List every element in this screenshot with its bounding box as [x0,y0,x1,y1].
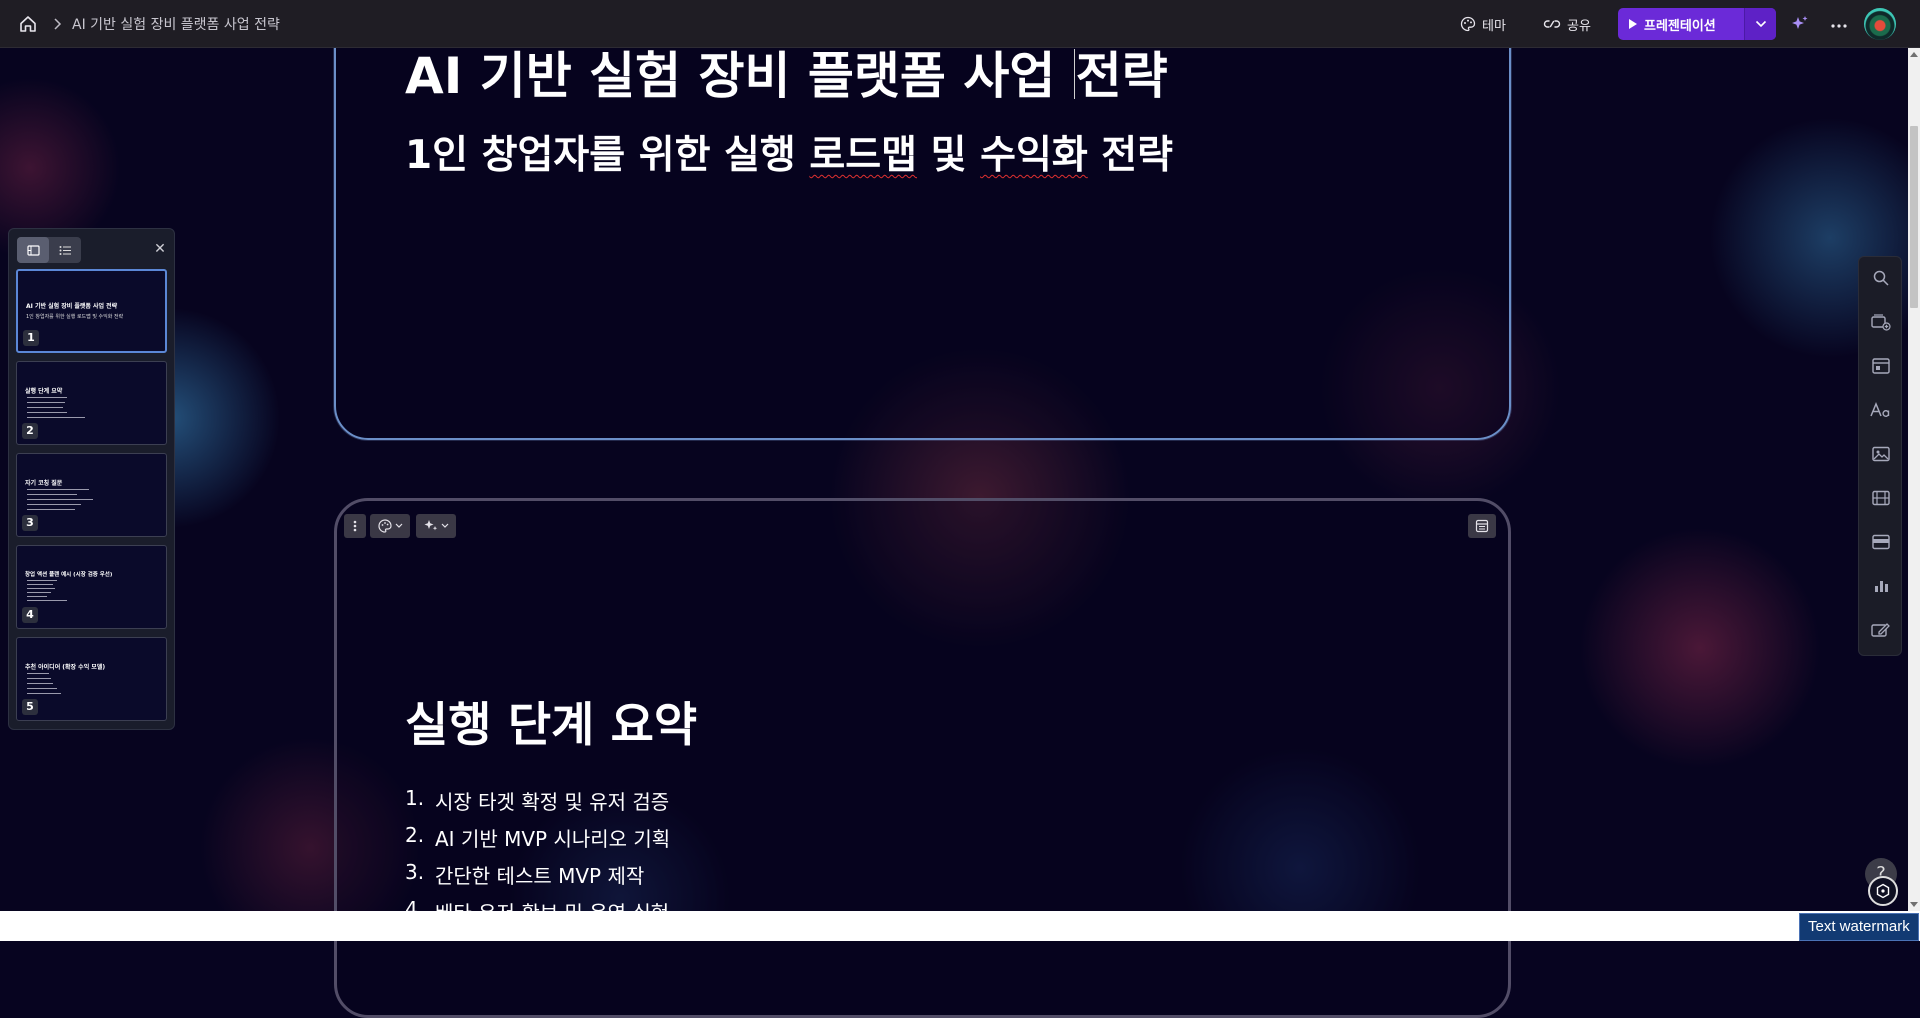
chart-button[interactable] [1870,575,1892,597]
card-ai-button[interactable] [416,514,456,538]
home-button[interactable] [18,14,38,34]
sparkle-icon [1792,16,1808,29]
close-panel-button[interactable]: ✕ [150,239,170,259]
breadcrumb-separator [50,16,64,32]
slide-thumbnail-4[interactable]: 창업 액션 플랜 예시 (시장 검증 우선) 4 [16,545,167,629]
home-icon [20,16,36,32]
insert-toolbar [1858,256,1902,656]
bar-chart-icon [1875,581,1888,592]
layout-button[interactable] [1870,355,1892,377]
play-icon [1629,19,1637,29]
view-toggle [17,237,81,263]
sparkle-icon [424,520,437,531]
search-icon [1873,270,1889,286]
text-watermark: Text watermark [1799,913,1919,941]
scroll-up-arrow[interactable] [1910,52,1918,57]
present-button[interactable]: 프레젠테이션 [1618,8,1744,40]
vertical-dots-icon [353,520,357,532]
palette-icon [1460,16,1476,32]
embed-icon [1872,534,1890,550]
embed-button[interactable] [1870,531,1892,553]
thumbnail-view-icon [26,244,40,256]
card-layout-button[interactable] [1468,514,1496,538]
palette-icon [377,519,392,533]
slide-thumbnail-3[interactable]: 자기 코칭 질문 3 [16,453,167,537]
list-item[interactable]: 3. 간단한 테스트 MVP 제작 [405,860,670,897]
layout-icon [1872,358,1890,374]
bottom-strip [0,911,1920,941]
document-title[interactable]: AI 기반 실험 장비 플랫폼 사업 전략 [72,14,280,34]
share-button[interactable]: 공유 [1543,10,1591,38]
image-icon [1872,446,1890,462]
scroll-down-arrow[interactable] [1910,902,1918,907]
card-menu-button[interactable] [344,514,366,538]
avatar[interactable] [1864,8,1896,40]
more-icon [1831,24,1847,28]
add-card-button[interactable] [1870,311,1892,333]
present-button-group: 프레젠테이션 [1618,8,1776,40]
chevron-down-icon [395,523,402,528]
card-style-button[interactable] [370,514,410,538]
thumbnail-view-button[interactable] [17,237,49,263]
list-item[interactable]: 2. AI 기반 MVP 시나리오 기획 [405,823,670,860]
form-button[interactable] [1870,619,1892,641]
film-icon [1872,490,1890,506]
chevron-down-icon [441,523,448,528]
slide-thumbnail-panel: ✕ AI 기반 실험 장비 플랫폼 사업 전략 1인 창업자를 위한 실행 로드… [8,228,175,730]
edit-form-icon [1871,623,1890,637]
assistant-bot-button[interactable] [1868,876,1898,906]
theme-button[interactable]: 테마 [1460,10,1506,38]
scrollbar-thumb[interactable] [1910,126,1918,308]
top-bar: AI 기반 실험 장비 플랫폼 사업 전략 테마 공유 프레젠테이션 [0,0,1920,48]
slide-thumbnail-2[interactable]: 실행 단계 요약 2 [16,361,167,445]
list-view-button[interactable] [49,237,81,263]
image-button[interactable] [1870,443,1892,465]
slide-1-subtitle[interactable]: 1인 창업자를 위한 실행 로드맵 및 수익화 전략 [405,124,1173,180]
chevron-down-icon [1755,20,1766,28]
text-cursor [1073,49,1075,99]
slide-thumbnail-1[interactable]: AI 기반 실험 장비 플랫폼 사업 전략 1인 창업자를 위한 실행 로드맵 … [16,269,167,353]
slide-2-title[interactable]: 실행 단계 요약 [405,686,697,755]
close-icon: ✕ [154,241,166,257]
list-item[interactable]: 1. 시장 타겟 확정 및 유저 검증 [405,786,670,823]
search-button[interactable] [1870,267,1892,289]
bot-icon [1876,883,1890,899]
more-button[interactable] [1828,12,1850,34]
present-options-button[interactable] [1744,8,1776,40]
slide-thumbnail-5[interactable]: 추천 아이디어 (확장 수익 모델) 5 [16,637,167,721]
ai-assistant-button[interactable] [1790,14,1810,34]
text-format-icon [1870,402,1890,417]
vertical-scrollbar[interactable] [1908,48,1920,911]
card-layout-icon [1475,519,1489,533]
link-icon [1543,20,1561,28]
list-view-icon [59,245,71,255]
video-button[interactable] [1870,487,1892,509]
add-card-icon [1871,314,1891,331]
chevron-right-icon [54,18,62,30]
text-button[interactable] [1870,399,1892,421]
